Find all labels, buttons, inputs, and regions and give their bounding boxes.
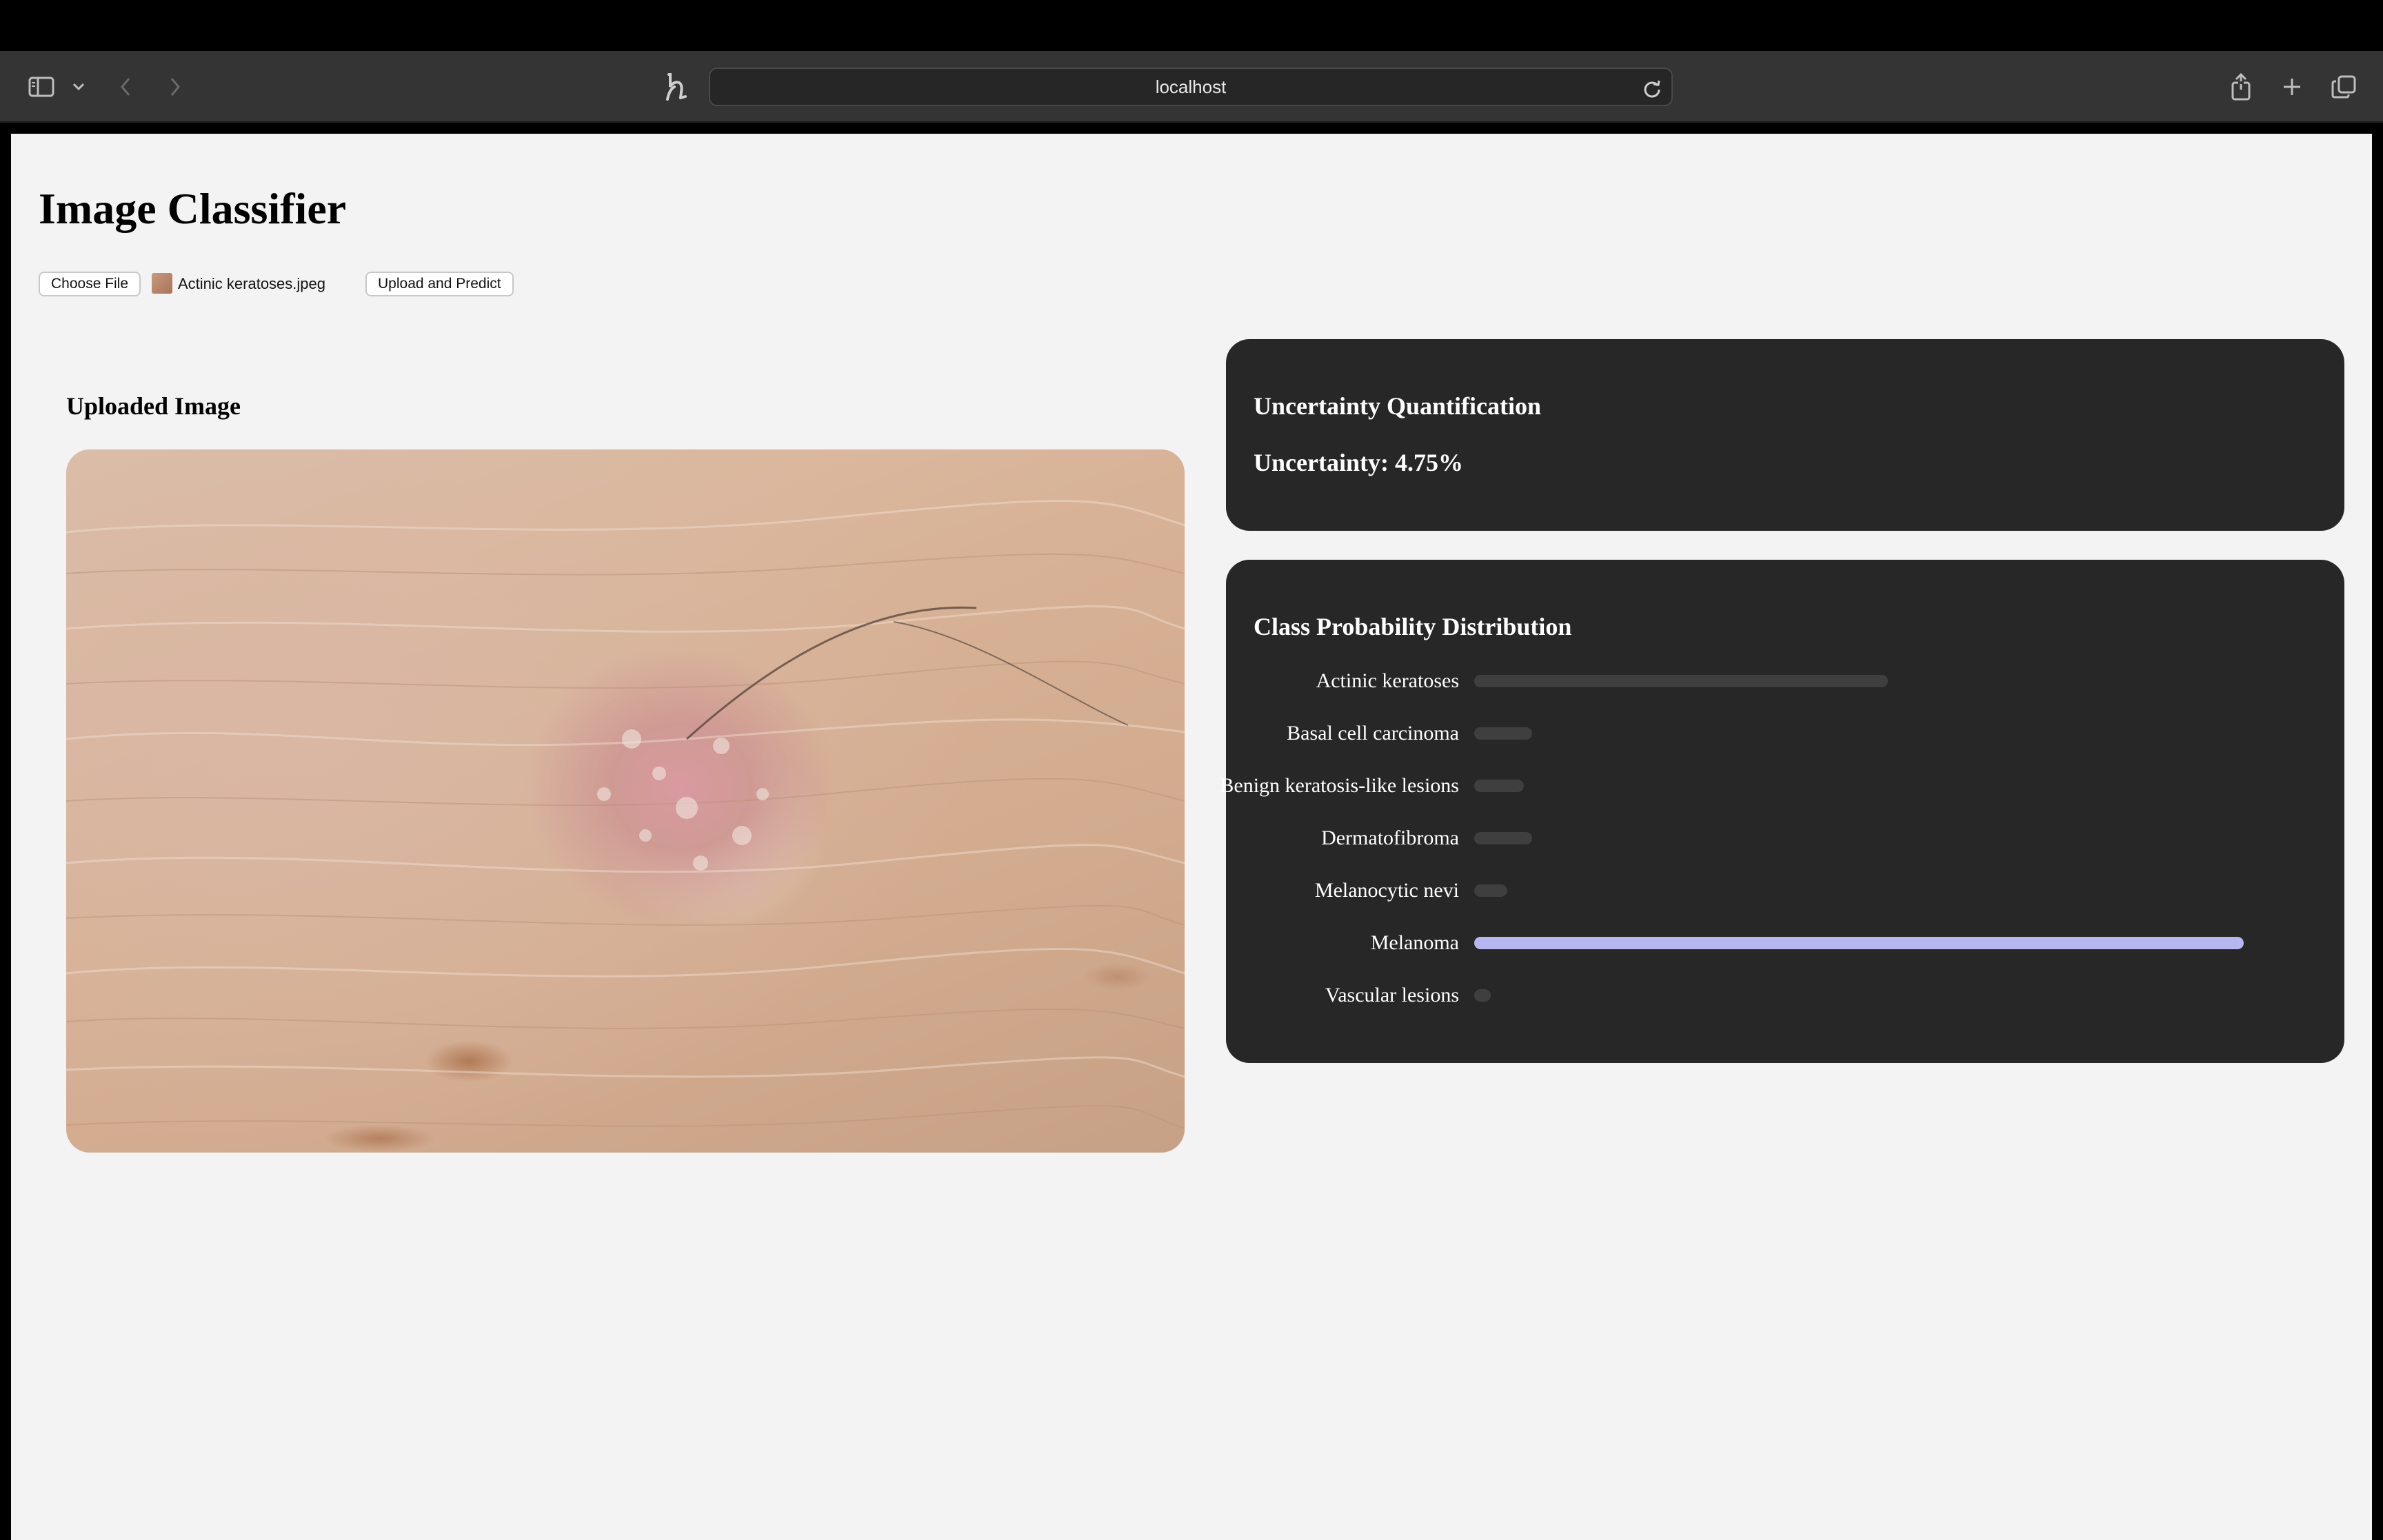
sidebar-icon[interactable] (25, 73, 58, 101)
class-row: Melanoma (1226, 929, 2344, 957)
class-row: Melanocytic nevi (1226, 877, 2344, 904)
uploaded-skin-image (66, 449, 1185, 1153)
probability-track (1474, 937, 2302, 949)
reload-icon[interactable] (1641, 77, 1663, 99)
class-label: Basal cell carcinoma (1287, 722, 1459, 744)
back-icon[interactable] (114, 73, 137, 101)
probability-bar (1474, 989, 1491, 1002)
file-thumbnail (152, 273, 172, 294)
url-text: localhost (1155, 76, 1227, 97)
share-icon[interactable] (2227, 70, 2255, 103)
probability-bar (1474, 937, 2244, 949)
address-bar[interactable]: localhost (709, 68, 1673, 106)
browser-toolbar: localhost (0, 51, 2383, 123)
class-label: Actinic keratoses (1316, 669, 1459, 692)
class-label: Melanoma (1370, 931, 1459, 954)
probability-bar (1474, 832, 1532, 844)
class-label: Vascular lesions (1325, 984, 1459, 1006)
class-row: Vascular lesions (1226, 982, 2344, 1009)
window-title-strip (0, 0, 2383, 51)
probability-track (1474, 675, 2302, 687)
uncertainty-heading: Uncertainty Quantification (1254, 392, 1541, 420)
uncertainty-value: Uncertainty: 4.75% (1254, 449, 1463, 476)
upload-and-predict-button[interactable]: Upload and Predict (365, 272, 514, 296)
new-tab-icon[interactable] (2278, 73, 2306, 101)
page-title: Image Classifier (39, 184, 347, 233)
class-label: Melanocytic nevi (1314, 879, 1459, 902)
class-probability-heading: Class Probability Distribution (1254, 613, 1572, 640)
probability-track (1474, 884, 2302, 897)
probability-bar (1474, 675, 1888, 687)
class-probability-card: Class Probability Distribution Actinic k… (1220, 560, 2344, 1063)
class-label: Benign keratosis-like lesions (1220, 774, 1459, 797)
class-row: Basal cell carcinoma (1226, 720, 2344, 747)
tabs-overview-icon[interactable] (2329, 73, 2358, 101)
probability-track (1474, 832, 2302, 844)
class-row: Benign keratosis-like lesions (1220, 772, 2344, 800)
selected-file-name: Actinic keratoses.jpeg (178, 275, 325, 292)
uploaded-image-heading: Uploaded Image (66, 392, 241, 420)
choose-file-button[interactable]: Choose File (39, 272, 141, 296)
uncertainty-card: Uncertainty Quantification Uncertainty: … (1226, 339, 2344, 531)
probability-track (1474, 727, 2302, 740)
forward-icon[interactable] (164, 73, 186, 101)
chevron-down-icon[interactable] (69, 77, 88, 97)
extension-icon[interactable] (661, 70, 691, 103)
probability-track (1474, 989, 2302, 1002)
probability-track (1474, 780, 2302, 792)
class-label: Dermatofibroma (1321, 827, 1459, 849)
probability-bar (1474, 884, 1507, 897)
class-row: Dermatofibroma (1226, 824, 2344, 852)
probability-bar (1474, 780, 1524, 792)
probability-bar (1474, 727, 1532, 740)
page-content: Image Classifier Choose File Actinic ker… (11, 134, 2372, 1540)
class-row: Actinic keratoses (1226, 667, 2344, 695)
